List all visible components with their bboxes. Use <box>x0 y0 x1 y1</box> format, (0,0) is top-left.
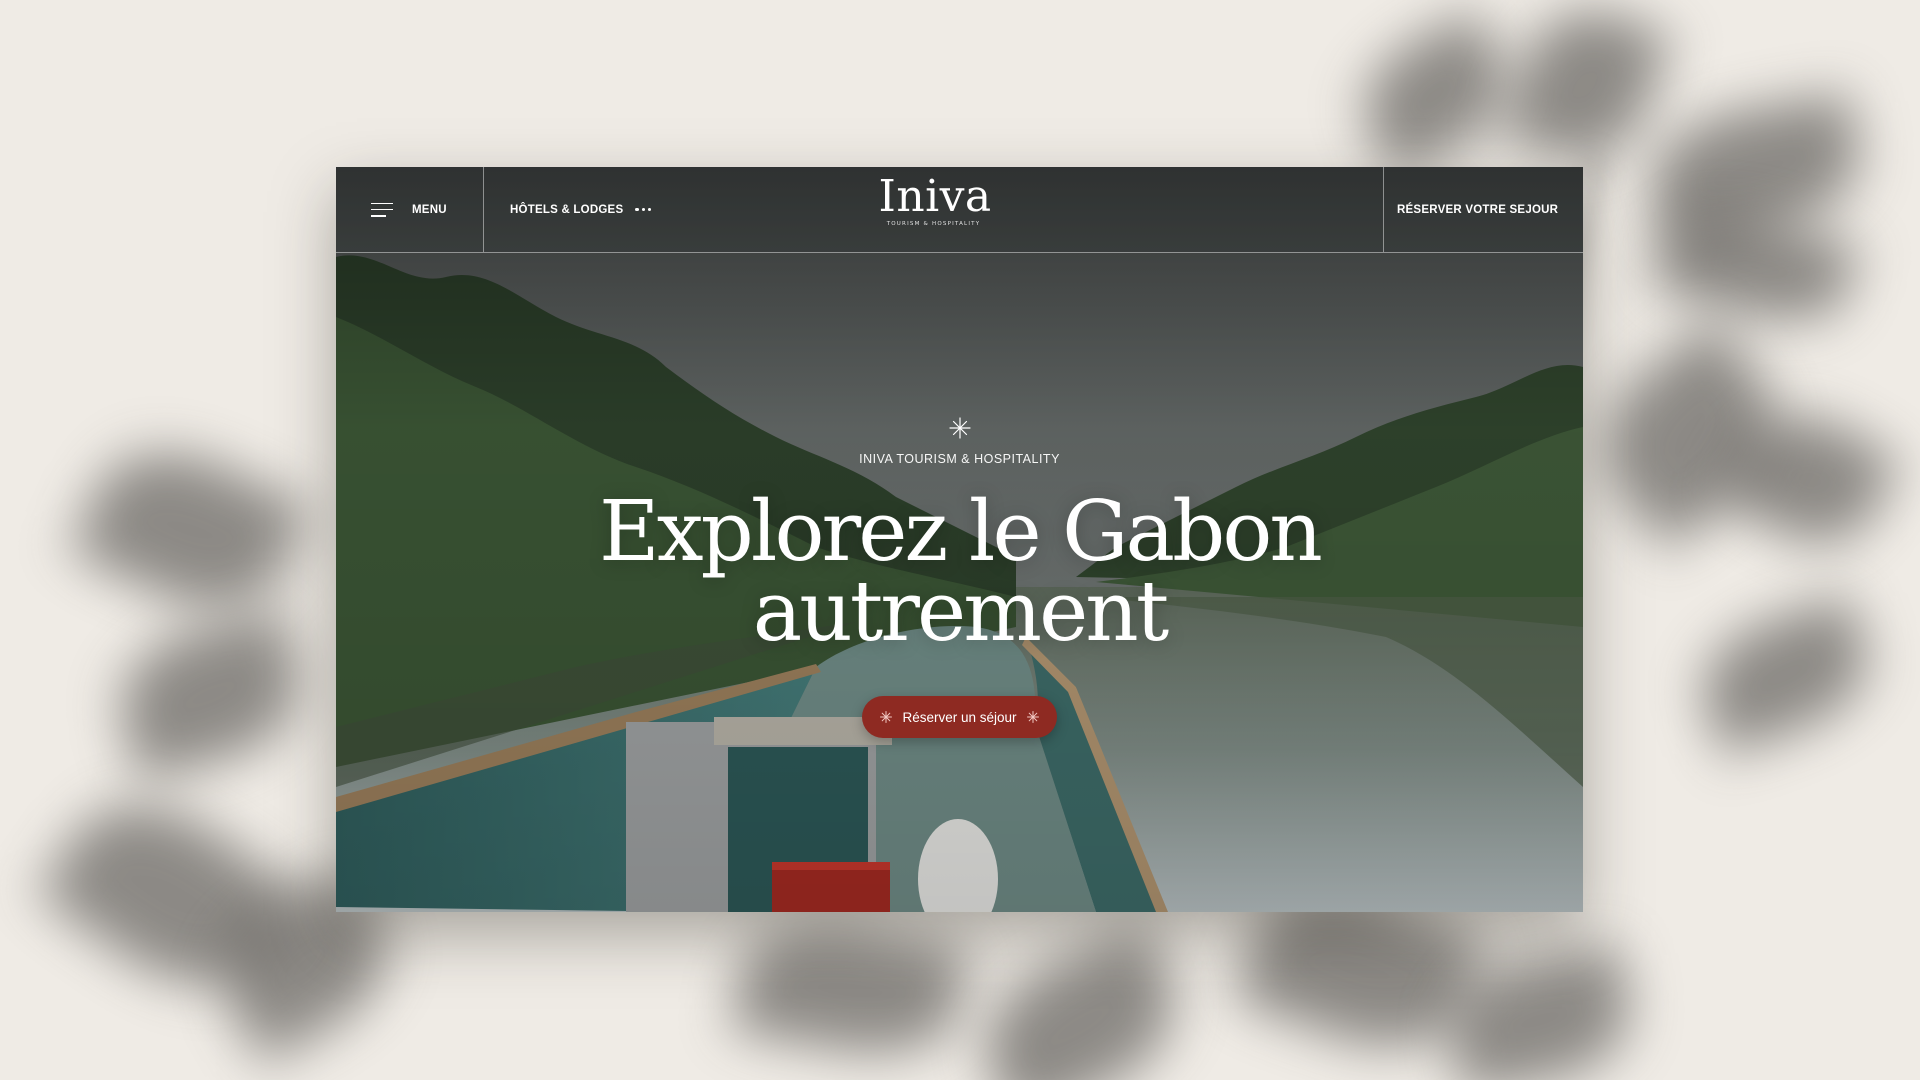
website-frame: MENU HÔTELS & LODGES Iniva TOURISM & HOS… <box>336 167 1583 912</box>
logo-tagline: TOURISM & HOSPITALITY <box>886 221 981 227</box>
hotels-lodges-label: HÔTELS & LODGES <box>510 203 624 216</box>
sparkle-icon <box>1026 711 1039 723</box>
sparkle-icon <box>948 417 971 439</box>
menu-button[interactable]: MENU <box>336 167 484 252</box>
brand-logo[interactable]: Iniva TOURISM & HOSPITALITY <box>878 171 992 228</box>
site-header: MENU HÔTELS & LODGES Iniva TOURISM & HOS… <box>336 167 1583 253</box>
hero-content: INIVA TOURISM & HOSPITALITY Explorez le … <box>336 417 1583 738</box>
book-stay-button[interactable]: Réserver un séjour <box>862 696 1057 738</box>
hamburger-icon <box>371 202 393 217</box>
headline-line-2: autrement <box>752 563 1169 660</box>
hero-eyebrow: INIVA TOURISM & HOSPITALITY <box>859 452 1060 466</box>
sparkle-icon <box>880 711 893 723</box>
hero-headline: Explorez le Gabon autrement <box>336 490 1583 653</box>
menu-label: MENU <box>412 203 447 216</box>
book-your-stay-link[interactable]: RÉSERVER VOTRE SEJOUR <box>1383 167 1583 252</box>
hotels-lodges-link[interactable]: HÔTELS & LODGES <box>510 204 651 216</box>
more-dots-icon <box>635 207 651 212</box>
header-middle: HÔTELS & LODGES Iniva TOURISM & HOSPITAL… <box>484 167 1383 252</box>
book-your-stay-label: RÉSERVER VOTRE SEJOUR <box>1397 203 1559 216</box>
logo-wordmark: Iniva <box>878 171 992 222</box>
book-stay-button-label: Réserver un séjour <box>902 709 1017 725</box>
